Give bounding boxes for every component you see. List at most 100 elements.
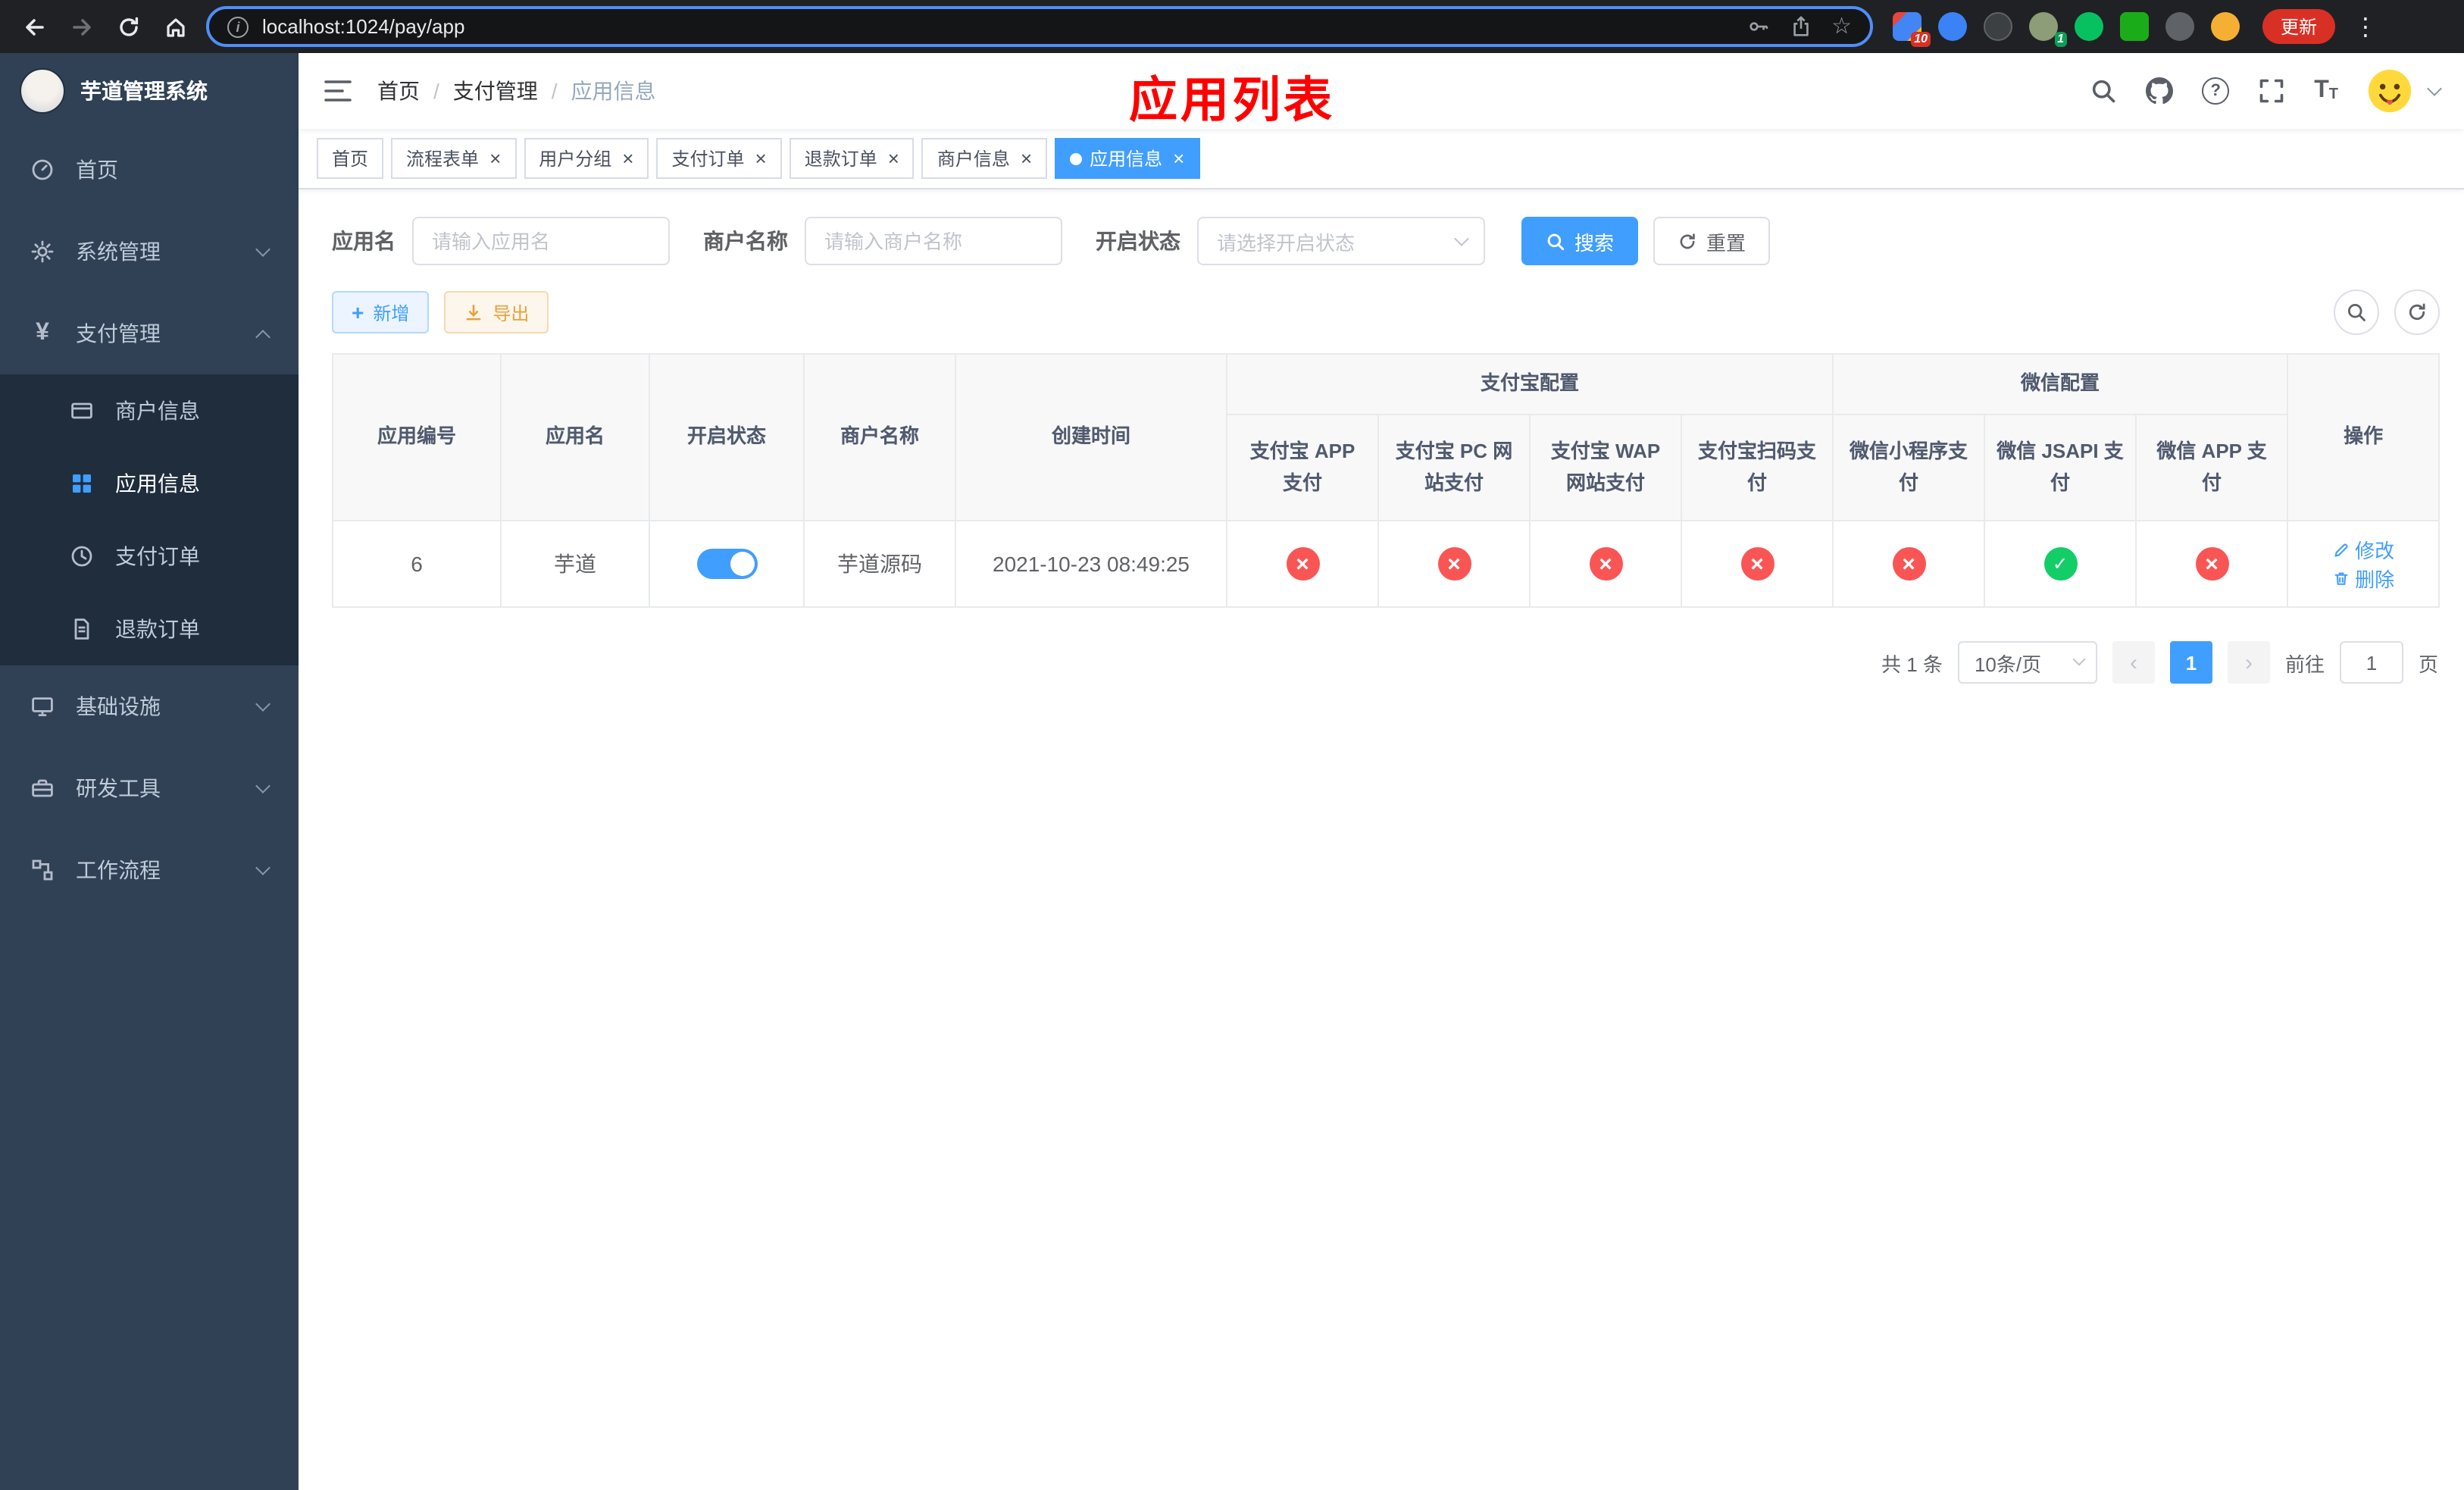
sidebar-item-merchant-info[interactable]: 商户信息 xyxy=(0,374,299,447)
fullscreen-icon[interactable] xyxy=(2258,77,2285,105)
status-select[interactable]: 请选择开启状态 xyxy=(1197,217,1485,265)
sidebar-item-label: 商户信息 xyxy=(115,399,200,423)
extension-icon-7[interactable] xyxy=(2165,12,2194,41)
toolbox-icon xyxy=(29,776,56,800)
add-button[interactable]: + 新增 xyxy=(332,291,430,333)
sidebar-item-label: 应用信息 xyxy=(115,471,200,496)
profile-extension-icon[interactable]: 1 xyxy=(2029,12,2067,47)
password-key-icon[interactable] xyxy=(1746,15,1769,38)
reset-button[interactable]: 重置 xyxy=(1653,217,1771,265)
browser-forward-icon[interactable] xyxy=(65,10,98,43)
tab-pay-order[interactable]: 支付订单 × xyxy=(656,138,782,179)
sidebar-item-label: 工作流程 xyxy=(76,858,161,882)
col-group-wechat: 微信配置 xyxy=(1832,353,2289,415)
add-button-label: 新增 xyxy=(373,302,410,324)
search-icon[interactable] xyxy=(2090,77,2117,105)
sidebar-item-infrastructure[interactable]: 基础设施 xyxy=(0,665,299,747)
document-icon xyxy=(68,617,95,641)
col-actions: 操作 xyxy=(2287,353,2441,521)
site-info-icon[interactable]: i xyxy=(227,16,249,37)
next-page-button[interactable]: › xyxy=(2227,641,2270,684)
bookmark-star-icon[interactable]: ☆ xyxy=(1831,15,1852,38)
status-toggle[interactable] xyxy=(696,549,757,579)
github-icon[interactable] xyxy=(2146,77,2174,105)
tab-user-group[interactable]: 用户分组 × xyxy=(524,138,649,179)
share-icon[interactable] xyxy=(1789,15,1812,38)
delete-link[interactable]: 删除 xyxy=(2332,564,2394,593)
breadcrumb-home[interactable]: 首页 xyxy=(377,76,420,106)
edit-link[interactable]: 修改 xyxy=(2332,535,2394,564)
col-created: 创建时间 xyxy=(955,353,1227,521)
sidebar-item-workflow[interactable]: 工作流程 xyxy=(0,829,299,911)
search-form: 应用名 商户名称 开启状态 请选择开启状态 xyxy=(332,217,2440,265)
sidebar-item-home[interactable]: 首页 xyxy=(0,129,299,211)
sidebar-item-dev-tools[interactable]: 研发工具 xyxy=(0,747,299,829)
goto-label: 前往 xyxy=(2284,653,2325,675)
refresh-icon xyxy=(2409,303,2425,321)
tab-close-icon[interactable]: × xyxy=(1021,149,1032,168)
address-bar[interactable]: i localhost:1024/pay/app ☆ xyxy=(206,6,1873,47)
tab-close-icon[interactable]: × xyxy=(1173,149,1184,168)
tab-close-icon[interactable]: × xyxy=(489,149,501,168)
browser-refresh-icon[interactable] xyxy=(112,10,145,43)
tab-close-icon[interactable]: × xyxy=(888,149,899,168)
app-name-input[interactable] xyxy=(412,217,670,265)
sidebar-menu: 首页 系统管理 ¥ 支付管理 商户信息 应用信息 支付订单 退款订单 基础设施 … xyxy=(0,129,299,911)
chrome-update-button[interactable]: 更新 xyxy=(2262,9,2336,44)
tab-process-form[interactable]: 流程表单 × xyxy=(391,138,517,179)
goto-page-input[interactable] xyxy=(2339,641,2403,684)
extension-icon-2[interactable] xyxy=(1938,12,1967,41)
page-unit-label: 页 xyxy=(2418,653,2438,675)
tab-home[interactable]: 首页 xyxy=(317,138,384,179)
tab-close-icon[interactable]: × xyxy=(622,149,633,168)
sidebar-item-refund-order[interactable]: 退款订单 xyxy=(0,593,299,665)
extension-icon-5[interactable] xyxy=(2075,12,2103,41)
workflow-icon xyxy=(29,858,56,882)
sidebar-item-label: 基础设施 xyxy=(76,694,161,718)
search-button[interactable]: 搜索 xyxy=(1521,217,1639,265)
extension-icon-1[interactable]: 10 xyxy=(1893,12,1931,47)
refresh-table-button[interactable] xyxy=(2394,290,2440,335)
user-menu-caret-icon[interactable] xyxy=(2427,80,2442,95)
page-size-select[interactable]: 10条/页 xyxy=(1957,641,2097,684)
sidebar-item-app-info[interactable]: 应用信息 xyxy=(0,447,299,520)
dashboard-icon xyxy=(29,158,56,182)
tab-close-icon[interactable]: × xyxy=(755,149,767,168)
sidebar-item-label: 首页 xyxy=(76,158,118,182)
extension-icon-6[interactable] xyxy=(2120,12,2149,41)
font-size-icon[interactable]: TT xyxy=(2314,78,2338,103)
grid-icon xyxy=(68,471,95,496)
help-icon[interactable]: ? xyxy=(2202,77,2230,105)
chevron-down-icon xyxy=(255,241,270,256)
extension-icon-3[interactable] xyxy=(1984,12,2012,41)
browser-menu-icon[interactable]: ⋮ xyxy=(2349,11,2382,42)
tab-label: 支付订单 xyxy=(671,149,745,170)
toggle-search-button[interactable] xyxy=(2334,290,2379,335)
app-logo[interactable]: 芋道管理系统 xyxy=(0,53,299,129)
tab-app-info[interactable]: 应用信息 × xyxy=(1055,138,1200,179)
page-number-button[interactable]: 1 xyxy=(2169,641,2212,684)
sidebar-item-system[interactable]: 系统管理 xyxy=(0,211,299,293)
sidebar-item-label: 支付管理 xyxy=(76,321,161,346)
sidebar-toggle-icon[interactable] xyxy=(323,77,353,105)
search-icon xyxy=(2347,303,2366,321)
total-count: 共 1 条 xyxy=(1881,653,1943,675)
tab-label: 流程表单 xyxy=(406,149,480,170)
browser-home-icon[interactable] xyxy=(159,10,192,43)
sidebar-item-pay-order[interactable]: 支付订单 xyxy=(0,520,299,593)
sidebar-item-label: 退款订单 xyxy=(115,617,200,641)
toggle-knob xyxy=(730,552,754,576)
export-button-label: 导出 xyxy=(492,302,530,324)
search-button-label: 搜索 xyxy=(1574,231,1615,254)
merchant-name-input[interactable] xyxy=(805,217,1062,265)
tab-refund-order[interactable]: 退款订单 × xyxy=(789,138,915,179)
prev-page-button[interactable]: ‹ xyxy=(2112,641,2155,684)
extension-icon-8[interactable] xyxy=(2211,12,2240,41)
tab-merchant-info[interactable]: 商户信息 × xyxy=(921,138,1048,179)
user-avatar[interactable] xyxy=(2367,68,2412,114)
wechat-mini-status-icon xyxy=(1892,547,1926,581)
breadcrumb-payment[interactable]: 支付管理 xyxy=(453,76,538,106)
browser-back-icon[interactable] xyxy=(18,10,52,43)
export-button[interactable]: 导出 xyxy=(444,291,549,333)
sidebar-item-payment[interactable]: ¥ 支付管理 xyxy=(0,293,299,374)
